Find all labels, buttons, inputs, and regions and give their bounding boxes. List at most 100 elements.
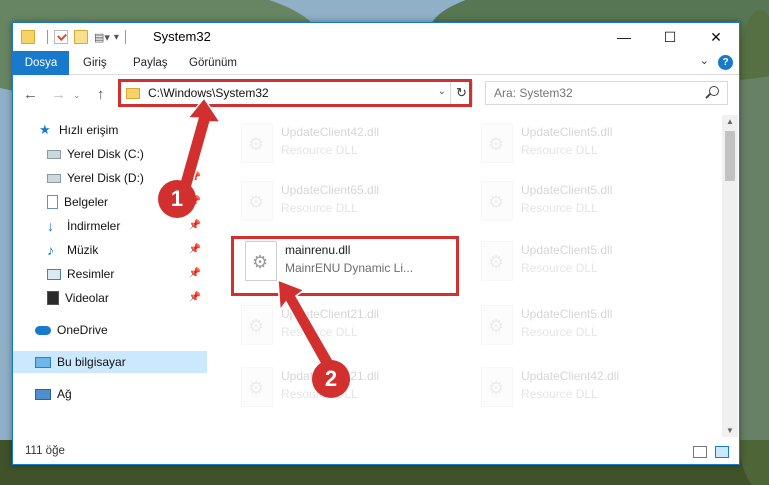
file-highlight-box xyxy=(231,236,459,296)
star-icon: ★ xyxy=(39,122,51,137)
pin-icon[interactable]: 📌 xyxy=(189,244,201,255)
scroll-down-icon[interactable]: ▼ xyxy=(722,426,738,435)
chevron-down-icon[interactable]: ⌄ xyxy=(700,54,709,67)
scroll-up-icon[interactable]: ▲ xyxy=(722,117,738,126)
pin-icon[interactable]: 📌 xyxy=(189,292,201,303)
file-item[interactable]: UpdateClient42.dll Resource DLL xyxy=(233,115,461,171)
file-item[interactable]: UpdateClient21.dll Resource DLL xyxy=(233,297,461,353)
callout-badge-1: 1 xyxy=(158,180,196,218)
help-icon[interactable]: ? xyxy=(718,55,733,70)
separator xyxy=(124,30,126,44)
separator xyxy=(47,30,48,44)
file-name: UpdateClient42.dll xyxy=(281,125,380,139)
cloud-icon xyxy=(35,325,51,335)
sidebar-item-downloads[interactable]: ↓ İndirmeler 📌 xyxy=(13,215,207,237)
search-box[interactable] xyxy=(485,81,728,105)
sidebar-item-music[interactable]: ♪ Müzik 📌 xyxy=(13,239,207,261)
computer-icon xyxy=(35,356,51,368)
maximize-button[interactable]: ☐ xyxy=(647,23,693,51)
file-item[interactable]: UpdateClient42.dll Resource DLL xyxy=(473,359,701,415)
dll-file-icon xyxy=(241,367,273,407)
dll-file-icon xyxy=(481,305,513,345)
close-button[interactable]: ✕ xyxy=(693,23,739,51)
sidebar-item-quick-access[interactable]: ★ Hızlı erişim xyxy=(13,119,207,141)
file-name: UpdateClient21.dll xyxy=(281,307,380,321)
pin-icon[interactable]: 📌 xyxy=(189,268,201,279)
file-name: UpdateClient5.dll xyxy=(521,125,613,139)
details-view-icon[interactable] xyxy=(693,446,707,458)
sidebar-item-label: Müzik xyxy=(67,243,99,257)
status-bar: 111 öğe xyxy=(13,441,739,463)
sidebar-item-label: Videolar xyxy=(65,291,109,305)
callout-badge-2: 2 xyxy=(312,360,350,398)
vertical-scrollbar[interactable]: ▲ ▼ xyxy=(722,115,738,437)
download-arrow-icon: ↓ xyxy=(47,218,54,234)
tab-view[interactable]: Görünüm xyxy=(189,51,237,75)
quick-access-toolbar: ▤▾ ▾ xyxy=(21,28,132,46)
sidebar-item-label: Ağ xyxy=(57,387,72,401)
item-count: 111 öğe xyxy=(25,445,65,457)
pin-icon[interactable]: 📌 xyxy=(189,172,201,183)
file-name: UpdateClient5.dll xyxy=(521,243,613,257)
file-name: UpdateClient5.dll xyxy=(521,183,613,197)
folder-icon xyxy=(21,30,35,44)
properties-icon[interactable] xyxy=(54,30,68,44)
dll-file-icon xyxy=(241,305,273,345)
customize-dropdown-icon[interactable]: ▾ xyxy=(114,32,119,43)
sidebar-item-videos[interactable]: Videolar 📌 xyxy=(13,287,207,309)
navigation-pane: ★ Hızlı erişim Yerel Disk (C:) 📌 Yerel D… xyxy=(13,115,207,437)
sidebar-item-label: OneDrive xyxy=(57,323,108,337)
file-description: Resource DLL xyxy=(521,387,598,401)
title-bar: ▤▾ ▾ System32 — ☐ ✕ xyxy=(13,23,739,51)
file-description: Resource DLL xyxy=(281,325,358,339)
minimize-button[interactable]: — xyxy=(601,23,647,51)
sidebar-item-label: Yerel Disk (C:) xyxy=(67,147,144,161)
tab-share[interactable]: Paylaş xyxy=(133,51,168,75)
dll-file-icon xyxy=(481,181,513,221)
window-title: System32 xyxy=(153,29,211,44)
dll-file-icon xyxy=(241,123,273,163)
sidebar-item-label: Bu bilgisayar xyxy=(57,355,126,369)
new-folder-icon[interactable] xyxy=(74,30,88,44)
file-description: Resource DLL xyxy=(521,143,598,157)
file-description: Resource DLL xyxy=(521,201,598,215)
pin-icon[interactable]: 📌 xyxy=(189,220,201,231)
file-item[interactable]: UpdateClient5.dll Resource DLL xyxy=(473,115,701,171)
search-icon[interactable] xyxy=(709,86,719,96)
dll-file-icon xyxy=(481,367,513,407)
sidebar-item-network[interactable]: Ağ xyxy=(13,383,207,405)
sidebar-item-label: Yerel Disk (D:) xyxy=(67,171,144,185)
file-item[interactable]: UpdateClient5.dll Resource DLL xyxy=(473,233,701,289)
dll-file-icon xyxy=(481,241,513,281)
document-icon xyxy=(47,195,58,209)
view-options-icon[interactable]: ▤▾ xyxy=(94,31,110,44)
dll-file-icon xyxy=(241,181,273,221)
film-icon xyxy=(47,291,59,305)
sidebar-item-label: Resimler xyxy=(67,267,115,281)
forward-arrow-icon[interactable]: → xyxy=(51,86,66,103)
file-description: Resource DLL xyxy=(281,143,358,157)
up-arrow-icon[interactable]: ↑ xyxy=(97,86,105,103)
file-description: Resource DLL xyxy=(281,201,358,215)
recent-locations-icon[interactable]: ⌄ xyxy=(73,90,81,101)
sidebar-item-onedrive[interactable]: OneDrive xyxy=(13,319,207,341)
sidebar-item-pictures[interactable]: Resimler 📌 xyxy=(13,263,207,285)
search-input[interactable] xyxy=(494,83,694,103)
file-item[interactable]: UpdateClient5.dll Resource DLL xyxy=(473,297,701,353)
music-note-icon: ♪ xyxy=(47,242,54,258)
sidebar-item-label: İndirmeler xyxy=(67,219,121,233)
large-icons-view-icon[interactable] xyxy=(715,446,729,458)
file-item[interactable]: UpdateClient5.dll Resource DLL xyxy=(473,173,701,229)
network-icon xyxy=(35,388,51,400)
back-arrow-icon[interactable]: ← xyxy=(23,86,38,103)
tab-file[interactable]: Dosya xyxy=(13,51,69,75)
scrollbar-thumb[interactable] xyxy=(725,131,735,181)
dll-file-icon xyxy=(481,123,513,163)
sidebar-item-disk-c[interactable]: Yerel Disk (C:) 📌 xyxy=(13,143,207,165)
file-description: Resource DLL xyxy=(521,325,598,339)
file-item[interactable]: UpdateClient65.dll Resource DLL xyxy=(233,173,461,229)
file-name: UpdateClient42.dll xyxy=(521,369,620,383)
tab-home[interactable]: Giriş xyxy=(83,51,107,75)
sidebar-item-this-pc[interactable]: Bu bilgisayar xyxy=(13,351,207,373)
pin-icon[interactable]: 📌 xyxy=(189,148,201,159)
